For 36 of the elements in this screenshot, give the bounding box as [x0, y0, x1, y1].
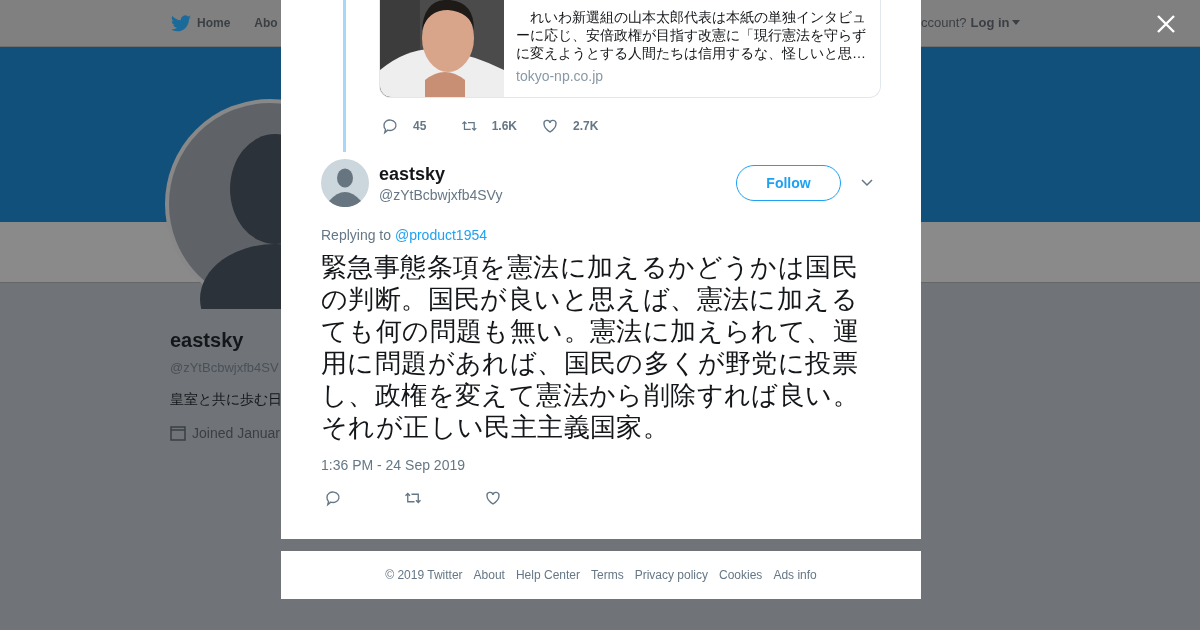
calendar-icon	[170, 425, 186, 441]
caret-icon	[1011, 20, 1020, 25]
reply-icon[interactable]	[324, 489, 342, 507]
bird-icon	[171, 14, 191, 32]
stat-count[interactable]: 1.6K	[461, 117, 517, 135]
footer-link[interactable]: About	[473, 568, 505, 582]
reply-icon[interactable]	[381, 117, 399, 135]
caret-icon[interactable]	[861, 179, 873, 187]
link-card[interactable]: れいわ新選組の山本太郎代表は本紙の単独インタビューに応じ、安倍政権が目指す改憲に「現行憲法を守らずに変えようとする人間たちは信用するな、怪しいと思… tokyo-np.co.jp	[379, 0, 881, 98]
nav-link[interactable]: Home	[171, 14, 231, 32]
tweet-text: 緊急事態条項を憲法に加えるかどうかは国民の判断。国民が良いと思えば、憲法に加えるても何の問題も無い。憲法に加えられて、運用に問題があれば、国民の多くが野党に投票し、政権を変えて憲法から削除すれば良い。それが正しい民主主義国家。	[321, 251, 860, 443]
footer-link[interactable]: Terms	[591, 568, 624, 582]
avatar[interactable]	[321, 159, 369, 207]
stat-count[interactable]: 45	[381, 117, 437, 135]
login-link[interactable]: Log in	[970, 15, 1020, 30]
footer-link[interactable]: © 2019 Twitter	[385, 568, 463, 582]
user-name[interactable]: eastsky	[379, 163, 736, 185]
nav-link[interactable]: Abo	[254, 16, 278, 30]
replying-to-text: Replying to @product1954	[321, 227, 488, 243]
card-description: れいわ新選組の山本太郎代表は本紙の単独インタビューに応じ、安倍政権が目指す改憲に「現行憲法を守らずに変えようとする人間たちは信用するな、怪しいと思…	[516, 8, 867, 62]
profile-name: eastsky	[170, 329, 244, 352]
footer-link[interactable]: Cookies	[719, 568, 763, 582]
stat-count[interactable]: 2.7K	[541, 117, 601, 135]
account-prompt: ccount?	[921, 15, 967, 30]
card-domain: tokyo-np.co.jp	[516, 68, 605, 84]
mention-link[interactable]: @product1954	[394, 227, 487, 243]
close-icon[interactable]	[1156, 14, 1176, 34]
footer-link[interactable]: Ads info	[773, 568, 817, 582]
profile-bio: 皇室と共に歩む日	[170, 391, 282, 409]
footer-link[interactable]: Help Center	[515, 568, 580, 582]
footer-link[interactable]: Privacy policy	[634, 568, 708, 582]
tweet-time[interactable]: 1:36 PM - 24 Sep 2019	[321, 457, 881, 473]
heart-icon[interactable]	[484, 489, 502, 507]
user-handle[interactable]: @zYtBcbwjxfb4SVy	[379, 186, 736, 203]
follow-button[interactable]: Follow	[736, 165, 841, 201]
heart-icon[interactable]	[541, 117, 559, 135]
